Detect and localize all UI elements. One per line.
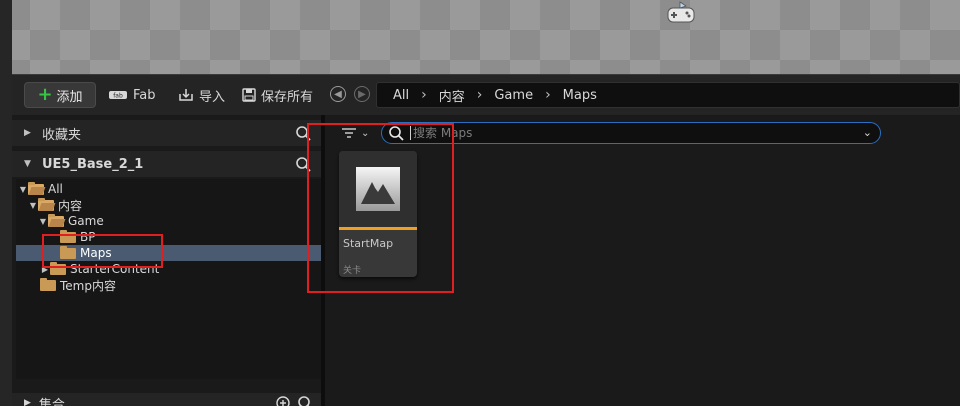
import-button[interactable]: 导入 xyxy=(178,85,225,105)
level-viewport[interactable] xyxy=(0,0,960,80)
arrow-right-icon: ▶ xyxy=(358,88,366,100)
breadcrumb: All › 内容 › Game › Maps xyxy=(376,82,960,108)
annotation-box-maps-folder xyxy=(42,234,163,268)
folder-tree: ▼ All ▼ 内容 ▼ Game BP Maps ▶ StarterConte… xyxy=(16,179,321,379)
import-icon xyxy=(179,89,193,101)
tree-item-all[interactable]: ▼ All xyxy=(16,181,321,197)
search-icon[interactable] xyxy=(297,395,313,406)
search-field[interactable]: ⌄ xyxy=(381,122,881,144)
folder-open-icon xyxy=(28,181,44,195)
tree-item-label: Game xyxy=(68,214,104,228)
breadcrumb-item-game[interactable]: Game xyxy=(488,88,539,103)
plus-icon: + xyxy=(37,84,53,105)
forward-button[interactable]: ▶ xyxy=(354,86,370,102)
search-input[interactable] xyxy=(410,126,850,140)
content-browser-toolbar: + 添加 fab Fab 导入 保存所有 ◀ ▶ All › 内容 › Game… xyxy=(12,75,960,115)
favorites-header[interactable]: ▶ 收藏夹 xyxy=(12,120,321,146)
collections-label: 集合 xyxy=(38,397,65,406)
add-button[interactable]: + 添加 xyxy=(24,82,96,108)
folder-icon xyxy=(40,277,56,291)
breadcrumb-item-content[interactable]: 内容 xyxy=(433,86,471,105)
collections-header[interactable]: ▶ 集合 xyxy=(12,393,321,406)
folder-open-icon xyxy=(38,197,54,211)
tree-item-temp[interactable]: Temp内容 xyxy=(16,277,321,293)
folder-open-icon xyxy=(48,213,64,227)
tree-item-content[interactable]: ▼ 内容 xyxy=(16,197,321,213)
save-all-button-label: 保存所有 xyxy=(261,89,314,105)
fab-button-label: Fab xyxy=(133,87,156,103)
project-label: UE5_Base_2_1 xyxy=(42,156,144,172)
expand-right-icon[interactable]: ▶ xyxy=(24,398,31,406)
tree-item-game[interactable]: ▼ Game xyxy=(16,213,321,229)
add-circle-icon[interactable] xyxy=(275,395,291,406)
tree-item-label: All xyxy=(48,182,63,196)
tree-item-label: 内容 xyxy=(58,198,83,213)
expand-down-icon[interactable]: ▼ xyxy=(38,217,48,226)
back-button[interactable]: ◀ xyxy=(330,86,346,102)
save-icon xyxy=(242,88,256,102)
expand-down-icon[interactable]: ▼ xyxy=(28,201,38,210)
gamepad-icon xyxy=(667,1,695,23)
save-all-button[interactable]: 保存所有 xyxy=(242,85,313,105)
favorites-label: 收藏夹 xyxy=(42,127,82,143)
import-button-label: 导入 xyxy=(199,89,226,105)
breadcrumb-item-maps[interactable]: Maps xyxy=(557,88,603,103)
annotation-box-asset xyxy=(307,123,454,293)
viewport-edge xyxy=(0,0,12,406)
breadcrumb-item-all[interactable]: All xyxy=(387,88,415,103)
chevron-right-icon[interactable]: › xyxy=(471,87,489,103)
project-header[interactable]: ▼ UE5_Base_2_1 xyxy=(12,151,321,177)
tree-item-label: Temp内容 xyxy=(60,278,116,293)
expand-down-icon[interactable]: ▼ xyxy=(18,185,28,194)
chevron-right-icon[interactable]: › xyxy=(539,87,557,103)
chevron-down-icon[interactable]: ⌄ xyxy=(863,126,872,139)
fab-icon: fab xyxy=(109,91,127,100)
add-button-label: 添加 xyxy=(56,89,83,105)
chevron-right-icon[interactable]: › xyxy=(415,87,433,103)
arrow-left-icon: ◀ xyxy=(334,88,342,100)
expand-down-icon[interactable]: ▼ xyxy=(24,159,34,169)
svg-text:fab: fab xyxy=(113,93,123,100)
fab-button[interactable]: fab Fab xyxy=(108,85,156,105)
expand-right-icon[interactable]: ▶ xyxy=(24,128,34,138)
